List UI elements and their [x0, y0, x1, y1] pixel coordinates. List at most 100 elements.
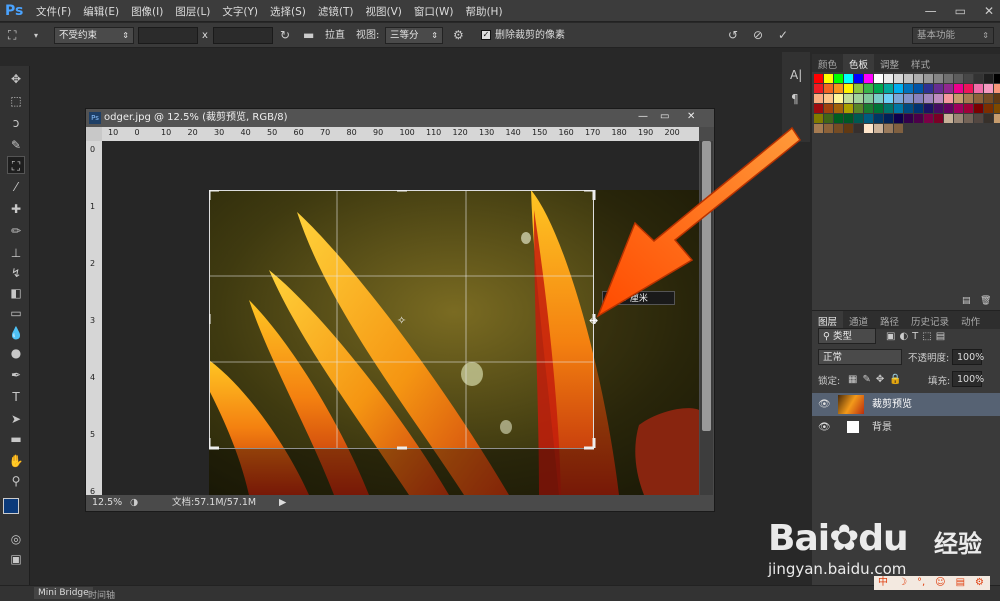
reset-icon[interactable]: ↺: [728, 28, 738, 43]
color-swatch[interactable]: [984, 74, 993, 83]
color-swatch[interactable]: [814, 74, 823, 83]
ruler-origin[interactable]: [86, 127, 102, 141]
color-swatch[interactable]: [814, 94, 823, 103]
path-select-tool-icon[interactable]: ➤: [7, 410, 25, 428]
tab-channels[interactable]: 通道: [843, 311, 874, 329]
color-swatch[interactable]: [864, 114, 873, 123]
opacity-input[interactable]: 100%: [952, 349, 984, 365]
color-swatch[interactable]: [814, 104, 823, 113]
new-swatch-icon[interactable]: ▤: [962, 294, 971, 309]
color-swatch[interactable]: [924, 94, 933, 103]
color-swatch[interactable]: [854, 114, 863, 123]
color-swatch[interactable]: [934, 104, 943, 113]
tab-history[interactable]: 历史记录: [905, 311, 955, 329]
zoom-level[interactable]: 12.5%: [92, 495, 122, 511]
color-swatch[interactable]: [864, 124, 873, 133]
color-swatch[interactable]: [884, 114, 893, 123]
eye-icon[interactable]: 👁: [818, 416, 831, 439]
trash-icon[interactable]: 🗑: [980, 294, 991, 309]
menu-view[interactable]: 视图(V): [365, 2, 401, 21]
workspace-dropdown[interactable]: 基本功能 ⇕: [912, 27, 994, 44]
paragraph-panel-icon[interactable]: ¶: [791, 92, 799, 107]
tab-paths[interactable]: 路径: [874, 311, 905, 329]
rectangle-tool-icon[interactable]: ▬: [7, 430, 25, 448]
color-swatch[interactable]: [924, 114, 933, 123]
color-swatch[interactable]: [984, 114, 993, 123]
gear-icon[interactable]: ⚙: [453, 28, 464, 43]
color-swatch[interactable]: [924, 104, 933, 113]
color-swatch[interactable]: [914, 114, 923, 123]
menu-select[interactable]: 选择(S): [270, 2, 306, 21]
straighten-label[interactable]: 拉直: [325, 28, 345, 43]
eye-icon[interactable]: 👁: [818, 393, 831, 416]
color-swatch[interactable]: [894, 94, 903, 103]
commit-checkmark-icon[interactable]: ✓: [778, 28, 788, 43]
color-swatch[interactable]: [994, 84, 1000, 93]
color-swatch[interactable]: [824, 114, 833, 123]
color-swatch[interactable]: [944, 104, 953, 113]
tab-mini-bridge[interactable]: Mini Bridge: [34, 587, 93, 599]
straighten-icon[interactable]: ▬: [303, 28, 314, 43]
color-swatch[interactable]: [924, 84, 933, 93]
color-swatch[interactable]: [884, 124, 893, 133]
color-swatch[interactable]: [834, 74, 843, 83]
color-swatch[interactable]: [844, 124, 853, 133]
color-swatch[interactable]: [904, 94, 913, 103]
type-tool-icon[interactable]: T: [7, 388, 25, 406]
color-swatch[interactable]: [934, 74, 943, 83]
color-swatch[interactable]: [824, 124, 833, 133]
color-swatch[interactable]: [954, 74, 963, 83]
menu-filter[interactable]: 滤镜(T): [318, 2, 354, 21]
color-swatch[interactable]: [894, 84, 903, 93]
color-swatch[interactable]: [894, 74, 903, 83]
color-swatch[interactable]: [954, 104, 963, 113]
status-menu-arrow-icon[interactable]: ▶: [279, 495, 286, 511]
history-brush-tool-icon[interactable]: ↯: [7, 264, 25, 282]
color-swatch[interactable]: [974, 84, 983, 93]
swap-icon[interactable]: ↻: [280, 28, 290, 43]
tab-adjustments[interactable]: 调整: [874, 54, 905, 72]
eyedropper-tool-icon[interactable]: ⁄: [7, 178, 25, 196]
brush-tool-icon[interactable]: ✏: [7, 222, 25, 240]
color-swatch[interactable]: [974, 94, 983, 103]
marquee-tool-icon[interactable]: ⬚: [7, 92, 25, 110]
menu-type[interactable]: 文字(Y): [222, 2, 258, 21]
color-swatch[interactable]: [884, 84, 893, 93]
quick-mask-icon[interactable]: ◎: [7, 530, 25, 548]
color-swatch[interactable]: [994, 104, 1000, 113]
color-swatch[interactable]: [834, 104, 843, 113]
color-swatch[interactable]: [944, 84, 953, 93]
menu-layer[interactable]: 图层(L): [175, 2, 210, 21]
eraser-tool-icon[interactable]: ◧: [7, 284, 25, 302]
color-swatch[interactable]: [994, 114, 1000, 123]
height-input[interactable]: [213, 27, 273, 44]
cancel-icon[interactable]: ⊘: [753, 28, 763, 43]
width-input[interactable]: [138, 27, 198, 44]
color-swatch[interactable]: [854, 124, 863, 133]
vertical-ruler[interactable]: 0123456: [86, 141, 102, 496]
color-swatch[interactable]: [954, 114, 963, 123]
fill-input[interactable]: 100%: [952, 371, 984, 387]
color-swatch[interactable]: [834, 114, 843, 123]
color-swatch[interactable]: [834, 94, 843, 103]
menu-image[interactable]: 图像(I): [131, 2, 163, 21]
layer-row-crop-preview[interactable]: 👁 裁剪预览: [812, 393, 1000, 416]
foreground-color-swatch[interactable]: [3, 498, 19, 514]
color-swatch[interactable]: [914, 104, 923, 113]
color-swatch[interactable]: [964, 84, 973, 93]
blur-tool-icon[interactable]: 💧: [7, 324, 25, 342]
color-swatch[interactable]: [844, 104, 853, 113]
close-button[interactable]: ✕: [984, 4, 994, 18]
color-swatch[interactable]: [894, 114, 903, 123]
color-swatch[interactable]: [844, 114, 853, 123]
color-swatch[interactable]: [834, 124, 843, 133]
menu-edit[interactable]: 编辑(E): [83, 2, 119, 21]
move-tool-icon[interactable]: ✥: [7, 70, 25, 88]
color-swatch[interactable]: [854, 84, 863, 93]
color-swatch[interactable]: [984, 94, 993, 103]
status-info-icon[interactable]: ◑: [130, 495, 138, 511]
color-swatch[interactable]: [934, 84, 943, 93]
tool-preset-chevron-icon[interactable]: ▾: [34, 28, 38, 43]
color-swatch[interactable]: [814, 114, 823, 123]
color-swatch[interactable]: [934, 94, 943, 103]
